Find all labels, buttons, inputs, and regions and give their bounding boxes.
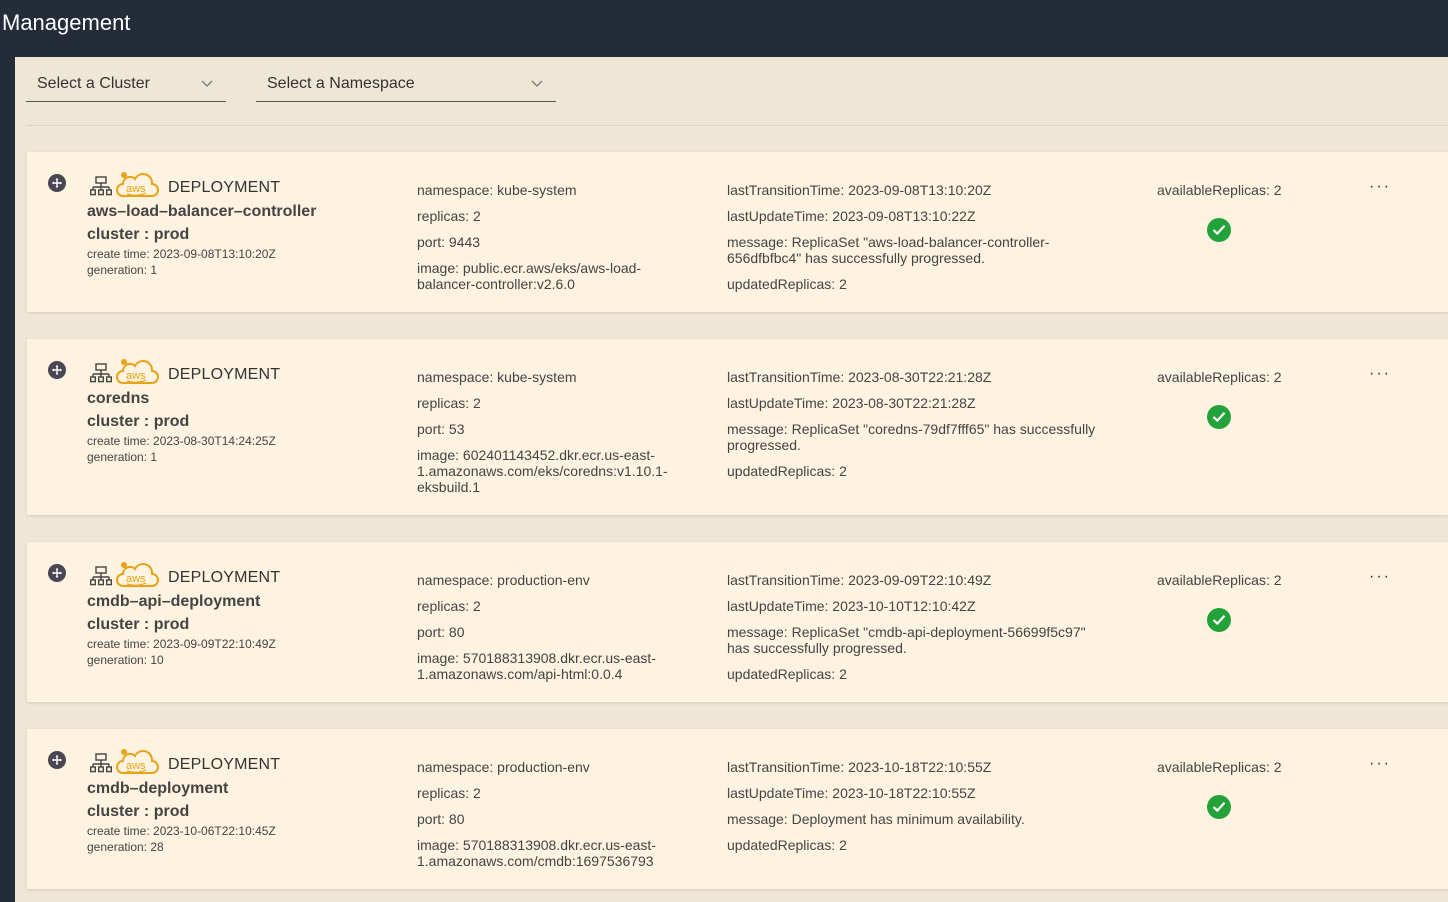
namespace-field: namespace: kube-system bbox=[417, 182, 577, 198]
cluster-label: cluster : prod bbox=[87, 616, 190, 633]
expand-button[interactable] bbox=[48, 174, 66, 192]
deployment-card: aws DEPLOYMENT aws–load–balancer–control… bbox=[27, 152, 1448, 312]
more-options-button[interactable]: ··· bbox=[1369, 178, 1391, 196]
chevron-down-icon bbox=[531, 80, 543, 87]
aws-cloud-icon: aws bbox=[116, 562, 159, 587]
status-message: message: ReplicaSet "cmdb-api-deployment… bbox=[727, 624, 1086, 656]
network-topology-icon bbox=[90, 566, 112, 586]
port-field: port: 80 bbox=[417, 624, 465, 640]
cluster-label: cluster : prod bbox=[87, 803, 190, 820]
generation: generation: 1 bbox=[87, 450, 158, 464]
deployment-name: aws–load–balancer–controller bbox=[87, 203, 317, 220]
kind-label: DEPLOYMENT bbox=[168, 179, 281, 196]
kind-label: DEPLOYMENT bbox=[168, 569, 281, 586]
namespace-field: namespace: production-env bbox=[417, 572, 590, 588]
last-update-time: lastUpdateTime: 2023-08-30T22:21:28Z bbox=[727, 395, 976, 411]
last-update-time: lastUpdateTime: 2023-09-08T13:10:22Z bbox=[727, 208, 976, 224]
image-field: image: 570188313908.dkr.ecr.us-east-1.am… bbox=[417, 650, 656, 682]
port-field: port: 80 bbox=[417, 811, 465, 827]
namespace-select-label: Select a Namespace bbox=[267, 75, 415, 92]
cluster-select-label: Select a Cluster bbox=[37, 75, 150, 92]
success-check-icon bbox=[1207, 608, 1231, 632]
create-time: create time: 2023-10-06T22:10:45Z bbox=[87, 824, 276, 838]
plus-icon bbox=[52, 755, 62, 765]
aws-cloud-icon: aws bbox=[116, 749, 159, 774]
deployment-card: aws DEPLOYMENT cmdb–api–deployment clust… bbox=[27, 542, 1448, 702]
last-transition-time: lastTransitionTime: 2023-09-08T13:10:20Z bbox=[727, 182, 992, 198]
updated-replicas: updatedReplicas: 2 bbox=[727, 276, 847, 292]
network-topology-icon bbox=[90, 176, 112, 196]
plus-icon bbox=[52, 365, 62, 375]
namespace-select[interactable]: Select a Namespace bbox=[256, 66, 556, 102]
namespace-field: namespace: production-env bbox=[417, 759, 590, 775]
svg-text:aws: aws bbox=[126, 183, 146, 195]
svg-text:aws: aws bbox=[126, 760, 146, 772]
more-options-button[interactable]: ··· bbox=[1369, 568, 1391, 586]
last-transition-time: lastTransitionTime: 2023-09-09T22:10:49Z bbox=[727, 572, 992, 588]
create-time: create time: 2023-09-08T13:10:20Z bbox=[87, 247, 276, 261]
more-options-button[interactable]: ··· bbox=[1369, 755, 1391, 773]
success-check-icon bbox=[1207, 405, 1231, 429]
plus-icon bbox=[52, 568, 62, 578]
deployment-name: cmdb–api–deployment bbox=[87, 593, 261, 610]
success-check-icon bbox=[1207, 795, 1231, 819]
expand-button[interactable] bbox=[48, 751, 66, 769]
deployment-name: cmdb–deployment bbox=[87, 780, 229, 797]
last-update-time: lastUpdateTime: 2023-10-18T22:10:55Z bbox=[727, 785, 976, 801]
generation: generation: 10 bbox=[87, 653, 164, 667]
network-topology-icon bbox=[90, 753, 112, 773]
available-replicas: availableReplicas: 2 bbox=[1157, 572, 1282, 588]
network-topology-icon bbox=[90, 363, 112, 383]
expand-button[interactable] bbox=[48, 564, 66, 582]
status-message: message: ReplicaSet "coredns-79df7fff65"… bbox=[727, 421, 1096, 453]
success-check-icon bbox=[1207, 218, 1231, 242]
available-replicas: availableReplicas: 2 bbox=[1157, 759, 1282, 775]
deployment-name: coredns bbox=[87, 390, 150, 407]
expand-button[interactable] bbox=[48, 361, 66, 379]
last-transition-time: lastTransitionTime: 2023-08-30T22:21:28Z bbox=[727, 369, 992, 385]
create-time: create time: 2023-08-30T14:24:25Z bbox=[87, 434, 276, 448]
status-message: message: Deployment has minimum availabi… bbox=[727, 811, 1025, 827]
page-title: Management bbox=[2, 10, 131, 35]
aws-cloud-icon: aws bbox=[116, 172, 159, 197]
last-transition-time: lastTransitionTime: 2023-10-18T22:10:55Z bbox=[727, 759, 992, 775]
replicas-field: replicas: 2 bbox=[417, 395, 481, 411]
image-field: image: 602401143452.dkr.ecr.us-east-1.am… bbox=[417, 447, 668, 495]
cluster-label: cluster : prod bbox=[87, 413, 190, 430]
divider bbox=[26, 125, 1448, 126]
updated-replicas: updatedReplicas: 2 bbox=[727, 666, 847, 682]
generation: generation: 1 bbox=[87, 263, 158, 277]
plus-icon bbox=[52, 178, 62, 188]
status-message: message: ReplicaSet "aws-load-balancer-c… bbox=[727, 234, 1050, 266]
more-options-button[interactable]: ··· bbox=[1369, 365, 1391, 383]
replicas-field: replicas: 2 bbox=[417, 598, 481, 614]
cluster-label: cluster : prod bbox=[87, 226, 190, 243]
top-bar: Management bbox=[0, 0, 1448, 57]
aws-cloud-icon: aws bbox=[116, 359, 159, 384]
namespace-field: namespace: kube-system bbox=[417, 369, 577, 385]
svg-text:aws: aws bbox=[126, 573, 146, 585]
cluster-select[interactable]: Select a Cluster bbox=[26, 66, 226, 102]
deployment-card: aws DEPLOYMENT coredns cluster : prod cr… bbox=[27, 339, 1448, 515]
updated-replicas: updatedReplicas: 2 bbox=[727, 463, 847, 479]
svg-text:aws: aws bbox=[126, 370, 146, 382]
port-field: port: 9443 bbox=[417, 234, 481, 250]
replicas-field: replicas: 2 bbox=[417, 208, 481, 224]
create-time: create time: 2023-09-09T22:10:49Z bbox=[87, 637, 276, 651]
left-rail bbox=[0, 57, 15, 902]
last-update-time: lastUpdateTime: 2023-10-10T12:10:42Z bbox=[727, 598, 976, 614]
replicas-field: replicas: 2 bbox=[417, 785, 481, 801]
chevron-down-icon bbox=[201, 80, 213, 87]
updated-replicas: updatedReplicas: 2 bbox=[727, 837, 847, 853]
deployment-card: aws DEPLOYMENT cmdb–deployment cluster :… bbox=[27, 729, 1448, 889]
available-replicas: availableReplicas: 2 bbox=[1157, 369, 1282, 385]
kind-label: DEPLOYMENT bbox=[168, 756, 281, 773]
kind-label: DEPLOYMENT bbox=[168, 366, 281, 383]
available-replicas: availableReplicas: 2 bbox=[1157, 182, 1282, 198]
image-field: image: 570188313908.dkr.ecr.us-east-1.am… bbox=[417, 837, 656, 869]
image-field: image: public.ecr.aws/eks/aws-load-balan… bbox=[417, 260, 642, 292]
generation: generation: 28 bbox=[87, 840, 164, 854]
port-field: port: 53 bbox=[417, 421, 465, 437]
